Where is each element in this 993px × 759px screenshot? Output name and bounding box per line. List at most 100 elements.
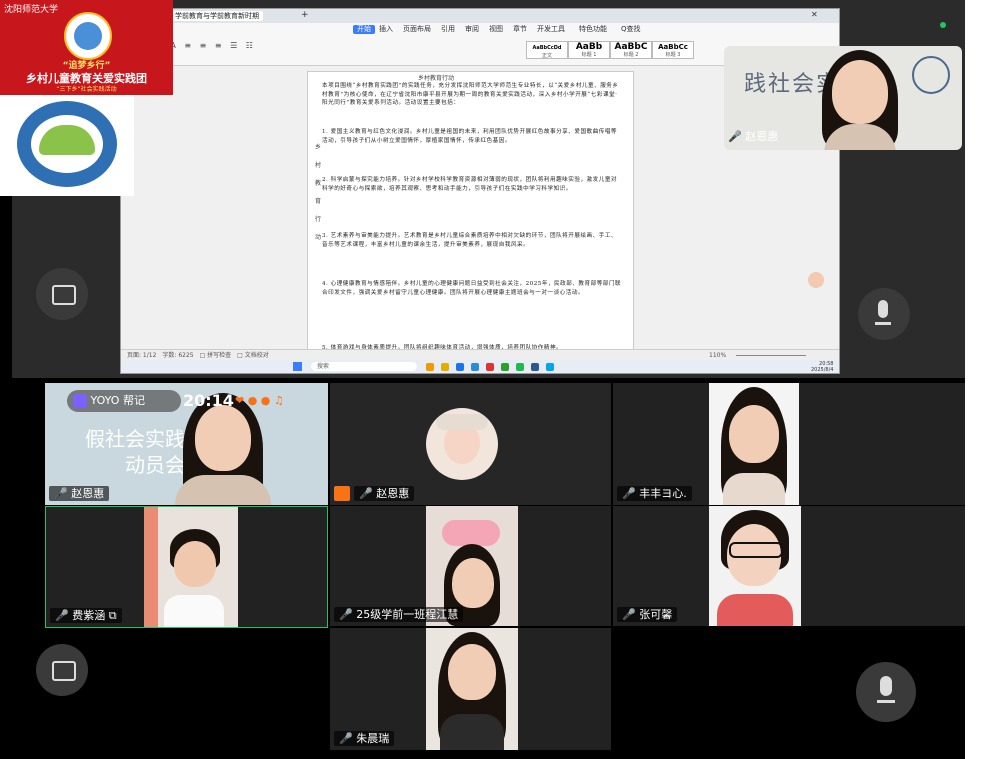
video-tile-active[interactable]: 🎤 费紫涵 ⧉ xyxy=(45,506,328,628)
video-tile[interactable]: 🎤 张可馨 xyxy=(613,506,965,626)
status-text: 页面: 1/12 字数: 6225 □ 拼写检查 □ 文档校对 xyxy=(127,352,269,359)
bg-text: 动员会 xyxy=(125,453,185,477)
app-icon[interactable] xyxy=(501,363,509,371)
ribbon-tab-insert[interactable]: 插入 xyxy=(379,25,393,34)
participant-label: 🎤 赵恩惠 xyxy=(354,486,415,501)
participant-name: 赵恩惠 xyxy=(376,487,410,500)
emblem-inner xyxy=(31,115,103,173)
style-preview: AaBbCcDd xyxy=(532,45,562,51)
mic-button[interactable] xyxy=(856,662,916,722)
clock-date: 2025/8/4 xyxy=(811,367,834,373)
participant-name: 朱晨瑞 xyxy=(356,732,390,745)
style-preview: AaBbCc xyxy=(658,43,688,51)
style-label: 正文 xyxy=(541,53,552,59)
ribbon-tab-home[interactable]: 开始 xyxy=(353,25,375,34)
chat-button[interactable] xyxy=(36,644,88,696)
emblem-ring xyxy=(17,101,117,187)
emblem-children xyxy=(39,125,95,155)
style-preview: AaBbC xyxy=(614,42,648,52)
university-name: 沈阳师范大学 xyxy=(4,5,59,15)
app-icon[interactable] xyxy=(486,363,494,371)
host-icon xyxy=(334,486,350,501)
phone-time: 20:14 xyxy=(183,391,234,410)
shoulders xyxy=(175,475,271,505)
participant-name: 赵恩惠 xyxy=(71,487,105,500)
glasses xyxy=(729,542,783,558)
ribbon-search[interactable]: Q查找 xyxy=(621,25,641,34)
participant-label: 🎤 丰丰ヨ心. xyxy=(617,486,692,501)
ribbon-tab-chapter[interactable]: 章节 xyxy=(513,25,527,34)
style-normal[interactable]: AaBbCcDd 正文 xyxy=(526,41,568,59)
chat-button[interactable] xyxy=(36,268,88,320)
style-label: 标题 3 xyxy=(665,52,681,58)
participant-name: 丰丰ヨ心. xyxy=(639,487,687,500)
style-heading3[interactable]: AaBbCc 标题 3 xyxy=(652,41,694,59)
participant-label: 🎤 赵恩惠 xyxy=(49,486,110,501)
paragraph: 2. 科学启蒙与探究能力培养。针对乡村学校科学教育资源相对薄弱的现状，团队将利用… xyxy=(322,177,618,192)
video-frame xyxy=(709,506,801,626)
ribbon-tab-layout[interactable]: 页面布局 xyxy=(403,25,431,34)
video-tile[interactable]: 🎤 丰丰ヨ心. xyxy=(613,383,965,505)
mic-icon xyxy=(878,300,888,318)
search-placeholder: 搜索 xyxy=(317,363,330,370)
mic-button[interactable] xyxy=(858,288,910,340)
app-icon[interactable] xyxy=(546,363,554,371)
folder-icon[interactable] xyxy=(441,363,449,371)
shoulders xyxy=(440,714,504,750)
app-icon[interactable] xyxy=(531,363,539,371)
participant-label: 🎤 朱晨瑞 xyxy=(334,731,395,746)
close-window-icon[interactable]: ✕ xyxy=(811,10,818,19)
right-edge-strip xyxy=(965,0,993,759)
browser-icon[interactable] xyxy=(456,363,464,371)
page-header: 乡村教育行动 xyxy=(418,75,455,82)
avatar-icon[interactable] xyxy=(808,272,824,288)
app-name: YOYO 帮记 xyxy=(90,394,145,407)
windows-start-icon[interactable] xyxy=(293,362,302,371)
face xyxy=(832,60,888,124)
face xyxy=(452,558,494,608)
video-tile[interactable]: 🎤 25级学前一班程江慧 xyxy=(330,506,611,626)
participant-label: 🎤 张可馨 xyxy=(617,607,678,622)
app-icon[interactable] xyxy=(471,363,479,371)
zoom-slider[interactable] xyxy=(736,355,806,356)
notification-icons: ❤ ● ● ♫ xyxy=(235,394,284,407)
ribbon-tab-features[interactable]: 特色功能 xyxy=(579,25,607,34)
ribbon-tab-view[interactable]: 视图 xyxy=(489,25,503,34)
participant-label: 🎤 25级学前一班程江慧 xyxy=(334,607,464,622)
chat-icon xyxy=(52,661,76,681)
style-heading2[interactable]: AaBbC 标题 2 xyxy=(610,41,652,59)
chat-icon xyxy=(52,285,76,305)
document-page[interactable]: 乡村教育行动 本项目围绕“乡村教育实践团”的实践任务，充分发挥沈阳师范大学师范生… xyxy=(307,71,634,358)
style-heading1[interactable]: AaBb 标题 1 xyxy=(568,41,610,59)
status-dot-icon xyxy=(940,22,946,28)
ribbon-tab-developer[interactable]: 开发工具 xyxy=(537,25,565,34)
app-icon xyxy=(73,394,87,408)
app-status-chip[interactable]: YOYO 帮记 xyxy=(67,390,181,412)
video-frame xyxy=(709,383,799,505)
shoulders xyxy=(164,595,224,627)
face xyxy=(174,541,216,587)
video-tile[interactable]: 🎤 赵恩惠 xyxy=(330,383,611,505)
video-frame xyxy=(144,507,238,627)
ribbon-tab-review[interactable]: 审阅 xyxy=(465,25,479,34)
taskbar-search[interactable]: 搜索 xyxy=(311,362,417,371)
app-icon[interactable] xyxy=(426,363,434,371)
avatar xyxy=(426,408,498,480)
clock: 20:58 2025/8/4 xyxy=(811,361,833,373)
face xyxy=(448,644,496,700)
team-banner: 沈阳师范大学 “追梦乡行” 乡村儿童教育关爱实践团 “三下乡”社会实践活动 xyxy=(0,0,173,95)
video-tile[interactable]: 🎤 朱晨瑞 xyxy=(330,628,611,750)
ribbon-tab-references[interactable]: 引用 xyxy=(441,25,455,34)
app-icon[interactable] xyxy=(516,363,524,371)
shoulders xyxy=(717,594,793,626)
mic-stand xyxy=(875,322,891,325)
pig-sticker xyxy=(442,520,500,546)
bg-text: 假社会实践 xyxy=(85,427,185,451)
participant-label: 🎤 费紫涵 ⧉ xyxy=(50,608,122,623)
face xyxy=(729,405,779,463)
taskbar: 搜索 20:58 2025/8/4 xyxy=(121,360,839,373)
participant-name: 费紫涵 xyxy=(72,609,106,622)
new-tab-icon[interactable]: + xyxy=(301,10,309,20)
project-sub: “三下乡”社会实践活动 xyxy=(56,86,117,93)
document-tab[interactable]: 学前教育与学前教育新时期 xyxy=(171,11,263,21)
